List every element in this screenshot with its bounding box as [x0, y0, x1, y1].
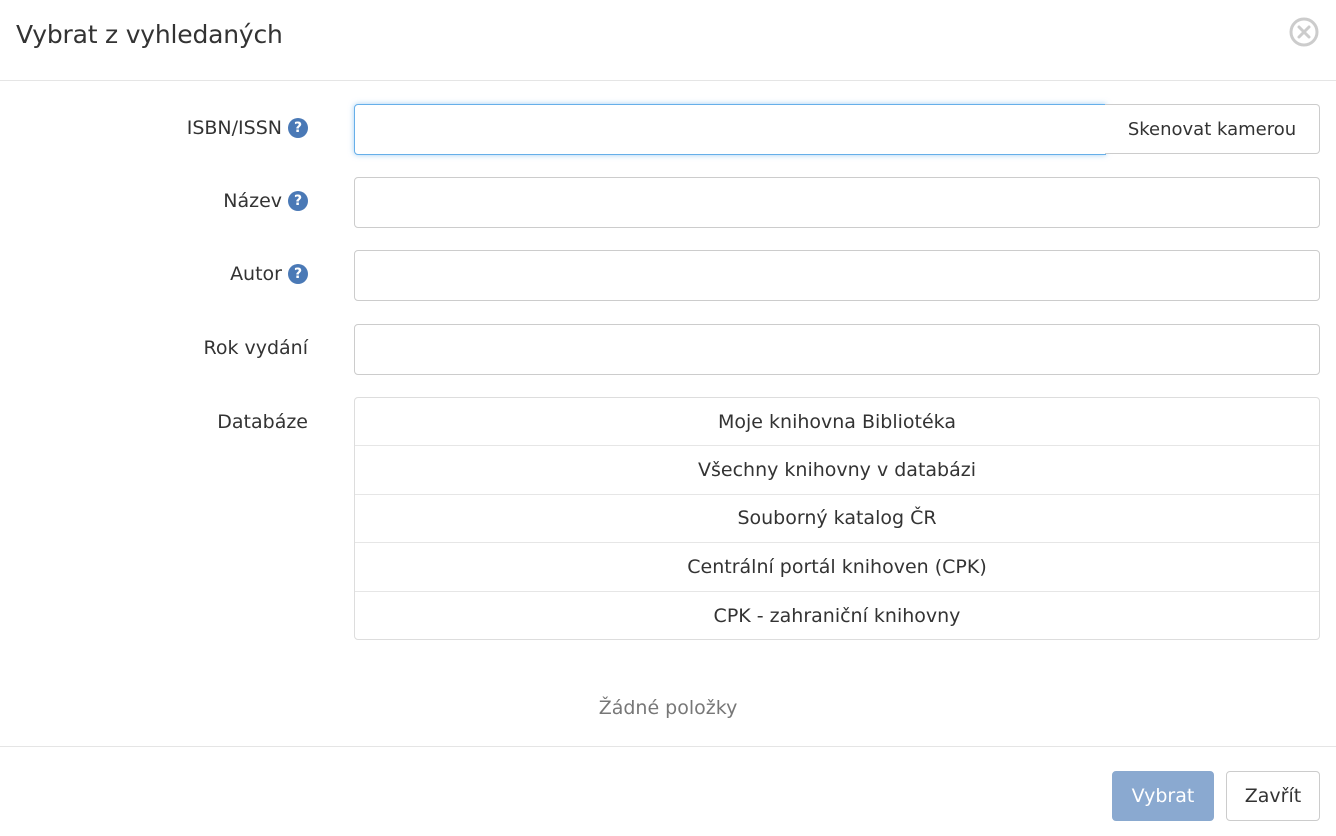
- close-button[interactable]: Zavřít: [1226, 771, 1320, 821]
- author-input[interactable]: [354, 250, 1320, 301]
- help-icon[interactable]: ?: [288, 264, 308, 284]
- isbn-label: ISBN/ISSN: [186, 117, 282, 139]
- year-input[interactable]: [354, 324, 1320, 375]
- dialog-footer: Vybrat Zavřít: [0, 746, 1336, 836]
- title-input[interactable]: [354, 177, 1320, 228]
- author-label-group: Autor ?: [230, 263, 308, 285]
- select-button[interactable]: Vybrat: [1112, 771, 1214, 821]
- database-label-group: Databáze: [217, 411, 308, 433]
- database-item[interactable]: Centrální portál knihoven (CPK): [355, 543, 1319, 592]
- empty-results-text: Žádné položky: [598, 697, 738, 719]
- help-icon[interactable]: ?: [288, 118, 308, 138]
- dialog-title: Vybrat z vyhledaných: [16, 20, 283, 49]
- database-list: Moje knihovna Bibliotéka Všechny knihovn…: [354, 397, 1320, 640]
- database-label: Databáze: [217, 411, 308, 433]
- help-icon[interactable]: ?: [288, 191, 308, 211]
- isbn-input[interactable]: [354, 104, 1106, 155]
- year-label-group: Rok vydání: [203, 337, 308, 359]
- database-item[interactable]: Souborný katalog ČR: [355, 495, 1319, 544]
- title-label: Název: [223, 190, 282, 212]
- database-item[interactable]: Moje knihovna Bibliotéka: [355, 398, 1319, 447]
- close-icon[interactable]: [1288, 16, 1320, 48]
- database-item[interactable]: CPK - zahraniční knihovny: [355, 592, 1319, 640]
- author-label: Autor: [230, 263, 282, 285]
- year-label: Rok vydání: [203, 337, 308, 359]
- scan-camera-button[interactable]: Skenovat kamerou: [1105, 104, 1320, 154]
- title-label-group: Název ?: [223, 190, 308, 212]
- dialog-header: Vybrat z vyhledaných: [0, 0, 1336, 81]
- isbn-label-group: ISBN/ISSN ?: [187, 117, 308, 139]
- database-item[interactable]: Všechny knihovny v databázi: [355, 446, 1319, 495]
